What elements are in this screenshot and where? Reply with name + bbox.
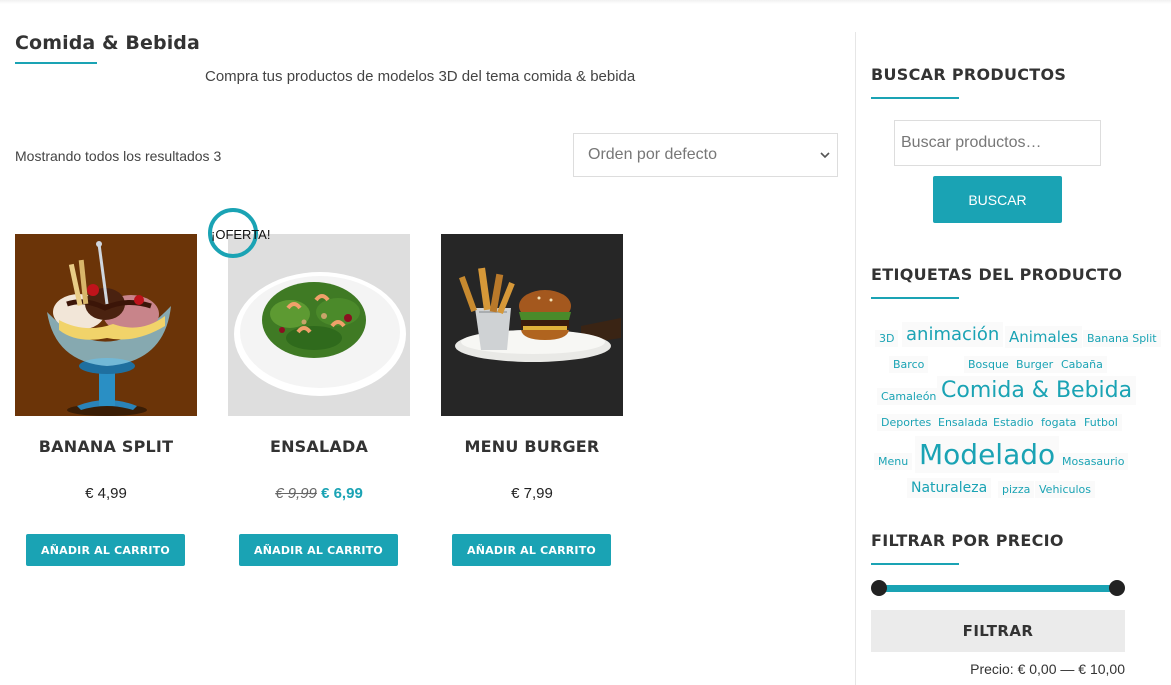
page-title: Comida & Bebida [15, 32, 200, 54]
old-price: € 9,99 [275, 485, 317, 502]
widget-underline [871, 563, 959, 565]
orderby-select[interactable]: Orden por defecto [573, 133, 838, 177]
price-filter-title: FILTRAR POR PRECIO [871, 531, 1064, 550]
banana-split-image [15, 234, 197, 416]
tag-link[interactable]: Burger [1012, 356, 1058, 373]
tag-link[interactable]: Vehiculos [1035, 481, 1096, 498]
menu-burger-image [441, 234, 623, 416]
tag-link[interactable]: 3D [875, 330, 899, 347]
tag-link[interactable]: Modelado [915, 436, 1060, 473]
tag-link[interactable]: pizza [998, 481, 1035, 498]
title-underline [15, 62, 97, 64]
tag-cloud: 3D animación Animales Banana Split Barco… [871, 318, 1161, 503]
price-label-prefix: Precio: [970, 661, 1014, 677]
tag-link[interactable]: Ensalada [934, 414, 992, 431]
product-card: MENU BURGER € 7,99 AÑADIR AL CARRITO [441, 234, 623, 566]
add-to-cart-button[interactable]: AÑADIR AL CARRITO [239, 534, 398, 566]
tag-link[interactable]: animación [902, 322, 1004, 347]
tag-link[interactable]: Bosque [964, 356, 1013, 373]
tag-link[interactable]: Camaleón [877, 388, 941, 405]
filter-button[interactable]: FILTRAR [871, 610, 1125, 652]
price-range-text: € 0,00 — € 10,00 [1017, 661, 1125, 677]
tag-link[interactable]: Naturaleza [907, 478, 992, 498]
page-description: Compra tus productos de modelos 3D del t… [205, 68, 636, 85]
product-card: ENSALADA € 9,99 € 6,99 AÑADIR AL CARRITO [228, 234, 410, 566]
price-amount: € 4,99 [85, 485, 127, 502]
tag-link[interactable]: Menu [874, 453, 913, 470]
tag-link[interactable]: Barco [889, 356, 929, 373]
tag-link[interactable]: Estadio [989, 414, 1038, 431]
sidebar-divider [855, 32, 856, 685]
result-count: Mostrando todos los resultados 3 [15, 148, 222, 164]
product-image-menu-burger[interactable] [441, 234, 623, 416]
product-image-banana-split[interactable] [15, 234, 197, 416]
price-slider-max-handle[interactable] [1109, 580, 1125, 596]
widget-underline [871, 97, 959, 99]
price-amount: € 7,99 [511, 485, 553, 502]
tag-link[interactable]: Cabaña [1057, 356, 1107, 373]
product-price: € 7,99 [441, 485, 623, 502]
tag-link[interactable]: Banana Split [1083, 330, 1161, 347]
product-search-input[interactable] [894, 120, 1101, 166]
tags-widget-title: ETIQUETAS DEL PRODUCTO [871, 265, 1123, 284]
tag-link[interactable]: Deportes [877, 414, 936, 431]
tag-link[interactable]: Mosasaurio [1058, 453, 1129, 470]
product-card: BANANA SPLIT € 4,99 AÑADIR AL CARRITO [15, 234, 197, 566]
tag-link[interactable]: Animales [1005, 326, 1082, 348]
chevron-down-icon [820, 152, 830, 159]
product-price: € 4,99 [15, 485, 197, 502]
price-range-label: Precio: € 0,00 — € 10,00 [871, 661, 1125, 677]
product-name: BANANA SPLIT [38, 437, 174, 456]
sale-price: € 6,99 [321, 485, 363, 502]
widget-underline [871, 297, 959, 299]
search-button[interactable]: BUSCAR [933, 176, 1062, 223]
product-name: ENSALADA [269, 437, 369, 456]
tag-link[interactable]: fogata [1037, 414, 1081, 431]
product-price: € 9,99 € 6,99 [228, 485, 410, 502]
search-widget-title: BUSCAR PRODUCTOS [871, 65, 1067, 84]
price-slider-range [879, 585, 1117, 592]
tag-link[interactable]: Comida & Bebida [937, 376, 1137, 405]
orderby-selected-label: Orden por defecto [588, 146, 717, 163]
sale-badge-label: ¡OFERTA! [211, 227, 271, 242]
price-slider-min-handle[interactable] [871, 580, 887, 596]
product-name: MENU BURGER [464, 437, 600, 456]
tag-link[interactable]: Futbol [1080, 414, 1122, 431]
add-to-cart-button[interactable]: AÑADIR AL CARRITO [452, 534, 611, 566]
product-image-ensalada[interactable] [228, 234, 410, 416]
add-to-cart-button[interactable]: AÑADIR AL CARRITO [26, 534, 185, 566]
ensalada-image [228, 234, 410, 416]
topbar-shadow [0, 0, 1171, 4]
